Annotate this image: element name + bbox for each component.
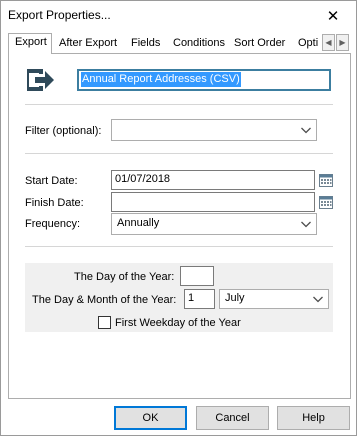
finish-date-input[interactable] (111, 192, 315, 212)
tab-scroll-left-button[interactable]: ◀ (322, 34, 335, 51)
chevron-right-icon: ▶ (339, 38, 346, 47)
first-weekday-label: First Weekday of the Year (115, 317, 241, 329)
close-button[interactable]: ✕ (310, 1, 356, 31)
tab-sort-order[interactable]: Sort Order (228, 35, 292, 54)
chevron-down-icon (301, 127, 311, 134)
tab-options[interactable]: Opti (292, 35, 322, 54)
export-properties-dialog: Export Properties... ✕ Export After Expo… (0, 0, 357, 436)
month-select-value: July (225, 292, 245, 304)
chevron-down-icon (301, 221, 311, 228)
day-of-year-label: The Day of the Year: (74, 271, 175, 283)
first-weekday-checkbox[interactable] (98, 316, 111, 329)
separator (25, 153, 333, 154)
filter-select[interactable] (111, 119, 317, 141)
frequency-select[interactable]: Annually (111, 213, 317, 235)
tab-export[interactable]: Export (8, 33, 52, 54)
tab-scroll-right-button[interactable]: ▶ (336, 34, 349, 51)
tab-fields[interactable]: Fields (125, 35, 168, 54)
start-date-input[interactable]: 01/07/2018 (111, 170, 315, 190)
filter-label: Filter (optional): (25, 125, 102, 137)
close-icon: ✕ (326, 8, 340, 25)
help-button[interactable]: Help (277, 406, 350, 430)
cancel-button[interactable]: Cancel (196, 406, 269, 430)
export-arrow-icon (27, 69, 54, 91)
separator (25, 104, 333, 105)
recurrence-options-group: The Day of the Year: The Day & Month of … (25, 263, 333, 332)
day-input[interactable]: 1 (184, 289, 215, 309)
window-title: Export Properties... (8, 8, 111, 22)
chevron-down-icon (313, 296, 323, 303)
frequency-select-value: Annually (117, 217, 160, 229)
export-name-input[interactable]: Annual Report Addresses (CSV) (77, 69, 331, 91)
tab-after-export[interactable]: After Export (53, 35, 126, 54)
chevron-left-icon: ◀ (325, 38, 332, 47)
calendar-icon[interactable] (319, 195, 333, 209)
ok-button[interactable]: OK (114, 406, 187, 430)
day-of-year-input[interactable] (180, 266, 214, 286)
finish-date-label: Finish Date: (25, 197, 84, 209)
day-month-label: The Day & Month of the Year: (32, 294, 177, 306)
month-select[interactable]: July (219, 289, 329, 309)
tab-conditions[interactable]: Conditions (167, 35, 229, 54)
tab-strip: Export After Export Fields Conditions So… (8, 33, 351, 54)
frequency-label: Frequency: (25, 218, 81, 230)
calendar-icon[interactable] (319, 173, 333, 187)
export-name-value: Annual Report Addresses (CSV) (81, 72, 241, 87)
separator (25, 246, 333, 247)
title-bar: Export Properties... ✕ (1, 1, 356, 32)
start-date-label: Start Date: (25, 175, 78, 187)
